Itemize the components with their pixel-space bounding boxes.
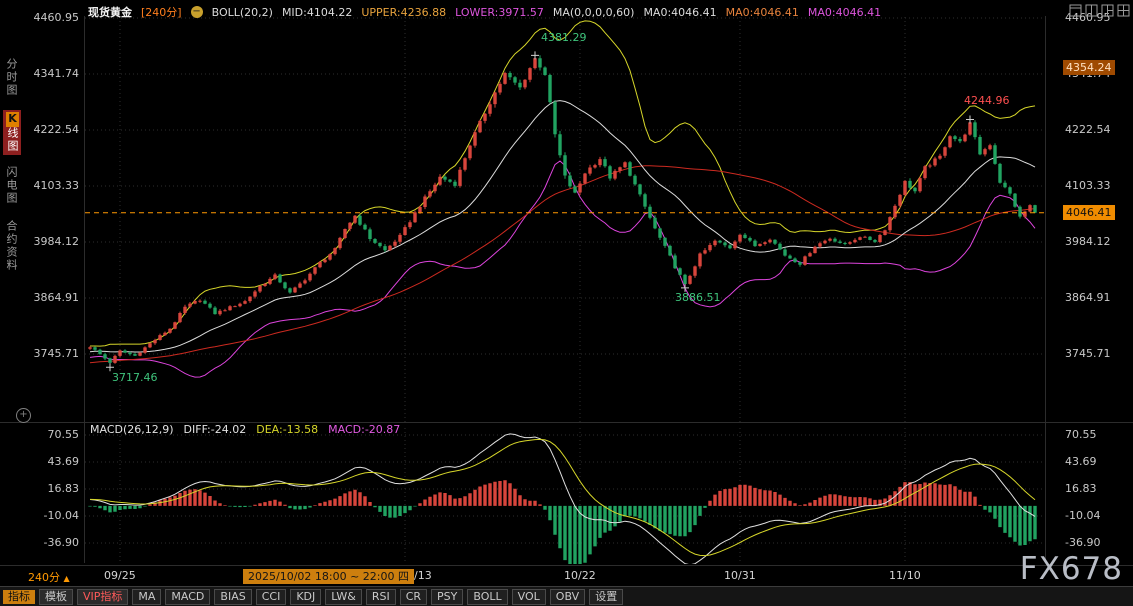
- watermark: FX678: [1020, 551, 1123, 587]
- y-axis-price-label: 4222.54: [1065, 123, 1111, 137]
- indicator-tab-MACD[interactable]: MACD: [165, 589, 210, 605]
- macd-axis-label: 43.69: [0, 455, 79, 469]
- indicator-tab-MA[interactable]: MA: [132, 589, 161, 605]
- x-axis-date-label: 09/25: [104, 569, 136, 582]
- timeframe-value: 240分: [28, 571, 60, 584]
- price-annotation: 4381.29: [541, 31, 587, 44]
- price-annotation: 3886.51: [675, 291, 721, 304]
- macd-axis-label: -36.90: [1065, 536, 1100, 550]
- price-annotation: 4244.96: [964, 94, 1010, 107]
- indicator-tab-CR[interactable]: CR: [400, 589, 427, 605]
- y-axis-price-label: 3745.71: [0, 347, 79, 361]
- chart-canvas[interactable]: [0, 0, 1133, 606]
- layout-single-icon[interactable]: [1069, 4, 1082, 17]
- selected-candle-time-range: 2025/10/02 18:00 ~ 22:00 四: [243, 569, 414, 584]
- macd-histogram-negative: [88, 506, 1036, 572]
- y-axis-price-label: 3984.12: [1065, 235, 1111, 249]
- price-badge-last: 4046.41: [1063, 205, 1115, 220]
- macd-macd-value: MACD:-20.87: [328, 423, 400, 436]
- macd-axis-label: -36.90: [0, 536, 79, 550]
- indicator-readout: MA0:4046.41: [643, 6, 716, 19]
- macd-axis-label: -10.04: [1065, 509, 1100, 523]
- macd-indicator-labels: MACD(26,12,9) DIFF:-24.02 DEA:-13.58 MAC…: [90, 423, 400, 436]
- minus-circle-icon[interactable]: −: [191, 6, 203, 18]
- timeframe-selector[interactable]: 240分 ▲: [28, 569, 70, 585]
- x-axis-date-label: 11/10: [889, 569, 921, 582]
- macd-axis-label: 43.69: [1065, 455, 1097, 469]
- indicator-tab-VOL[interactable]: VOL: [512, 589, 546, 605]
- price-extreme-marker: [106, 363, 114, 371]
- up-candle-wicks: [90, 55, 1030, 363]
- plus-circle-icon[interactable]: +: [16, 408, 31, 423]
- layout-two-pane-icon[interactable]: [1085, 4, 1098, 17]
- price-annotation: 3717.46: [112, 371, 158, 384]
- indicator-tab-PSY[interactable]: PSY: [431, 589, 463, 605]
- indicator-readout: UPPER:4236.88: [361, 6, 446, 19]
- macd-axis-label: 70.55: [1065, 428, 1097, 442]
- boll-mid-line: [90, 101, 1035, 352]
- indicator-tab-指标[interactable]: 指标: [3, 590, 35, 604]
- indicator-readout: MA(0,0,0,0,60): [553, 6, 635, 19]
- y-axis-price-label: 3864.91: [1065, 291, 1111, 305]
- indicator-tab-VIP指标[interactable]: VIP指标: [77, 589, 128, 605]
- indicator-tab-BOLL[interactable]: BOLL: [467, 589, 507, 605]
- indicator-tab-KDJ[interactable]: KDJ: [290, 589, 321, 605]
- up-candle-bodies: [88, 58, 1031, 363]
- indicator-tab-CCI[interactable]: CCI: [256, 589, 287, 605]
- indicator-readout: BOLL(20,2): [212, 6, 273, 19]
- indicator-readout: MA0:4046.41: [726, 6, 799, 19]
- layout-three-pane-icon[interactable]: [1101, 4, 1114, 17]
- indicator-tab-模板[interactable]: 模板: [39, 589, 73, 605]
- macd-axis-label: 16.83: [1065, 482, 1097, 496]
- price-extreme-marker: [531, 51, 539, 59]
- indicator-tab-OBV[interactable]: OBV: [550, 589, 585, 605]
- y-axis-price-label: 4103.33: [1065, 179, 1111, 193]
- macd-diff-value: DIFF:-24.02: [184, 423, 247, 436]
- y-axis-price-label: 4460.95: [0, 11, 79, 25]
- indicator-readout: MID:4104.22: [282, 6, 352, 19]
- macd-params-label: MACD(26,12,9): [90, 423, 174, 436]
- y-axis-price-label: 4103.33: [0, 179, 79, 193]
- boll-upper-line: [90, 21, 1035, 346]
- macd-axis-label: -10.04: [0, 509, 79, 523]
- grid-lines: [85, 17, 1045, 563]
- macd-axis-label: 16.83: [0, 482, 79, 496]
- price-extreme-marker: [966, 116, 974, 124]
- x-axis-date-label: 10/22: [564, 569, 596, 582]
- bottom-toolbar: 指标模板VIP指标MAMACDBIAS CCIKDJLW&RSICRPSYBOLL…: [0, 586, 1133, 606]
- boll-lower-line: [90, 161, 1035, 377]
- indicator-tab-LW&[interactable]: LW&: [325, 589, 362, 605]
- y-axis-price-label: 4222.54: [0, 123, 79, 137]
- sidebar: 分时图K线图闪电图合约资料: [0, 24, 22, 586]
- x-axis-date-label: 10/31: [724, 569, 756, 582]
- y-axis-price-label: 3745.71: [1065, 347, 1111, 361]
- indicator-readouts: BOLL(20,2) MID:4104.22 UPPER:4236.88 LOWER:…: [212, 6, 882, 19]
- symbol-name: 现货黄金: [88, 4, 132, 20]
- macd-dea-value: DEA:-13.58: [256, 423, 318, 436]
- window-layout-icons: [1069, 4, 1130, 17]
- indicator-tab-BIAS[interactable]: BIAS: [214, 589, 251, 605]
- header: 现货黄金 [240分] − BOLL(20,2) MID:4104.22 UPPER…: [88, 4, 881, 20]
- macd-axis-label: 70.55: [0, 428, 79, 442]
- indicator-tab-设置[interactable]: 设置: [589, 589, 623, 605]
- y-axis-price-label: 3984.12: [0, 235, 79, 249]
- y-axis-price-label: 3864.91: [0, 291, 79, 305]
- app-root: 现货黄金 [240分] − BOLL(20,2) MID:4104.22 UPPER…: [0, 0, 1133, 606]
- period-label: [240分]: [141, 4, 182, 20]
- caret-up-icon: ▲: [64, 574, 70, 583]
- indicator-tab-RSI[interactable]: RSI: [366, 589, 396, 605]
- y-axis-price-label: 4341.74: [0, 67, 79, 81]
- price-badge-high: 4354.24: [1063, 60, 1115, 75]
- layout-four-pane-icon[interactable]: [1117, 4, 1130, 17]
- indicator-readout: MA0:4046.41: [808, 6, 881, 19]
- indicator-readout: LOWER:3971.57: [455, 6, 544, 19]
